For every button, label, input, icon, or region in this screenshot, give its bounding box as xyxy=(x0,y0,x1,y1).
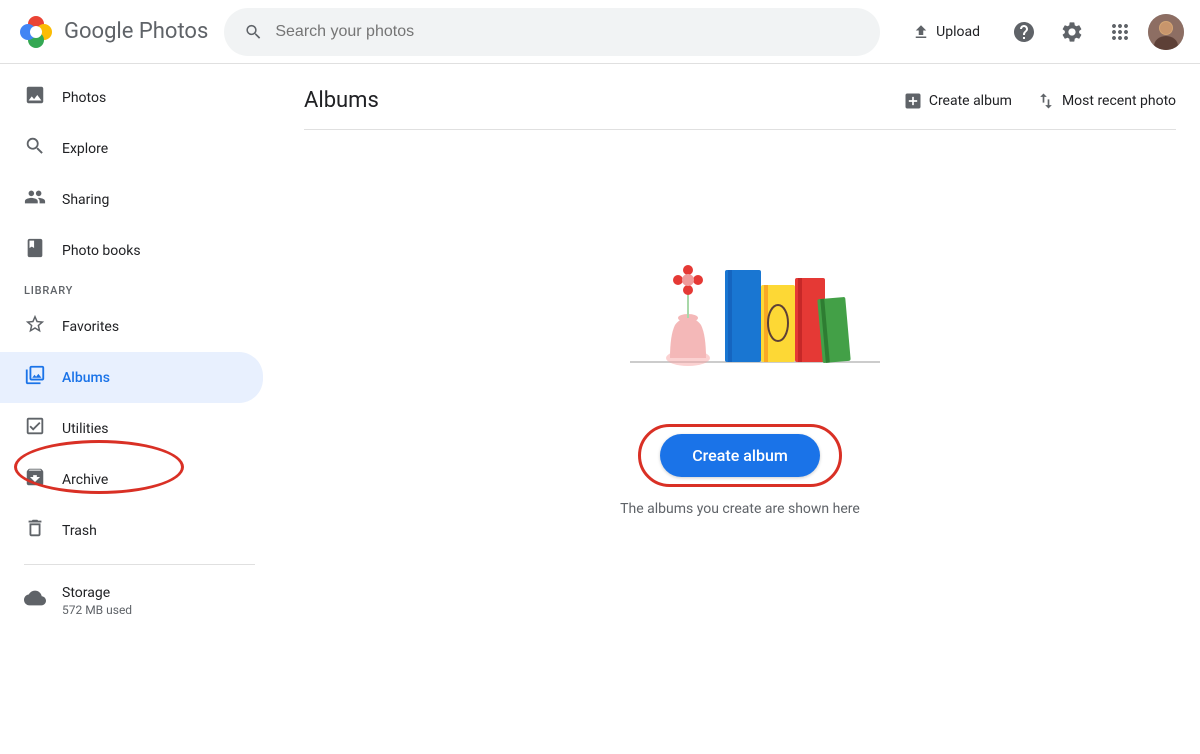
page-actions: Create album Most recent photo xyxy=(903,91,1176,111)
page-header: Albums Create album Most recent photo xyxy=(304,64,1176,130)
sidebar-item-photo-books[interactable]: Photo books xyxy=(0,225,263,276)
sidebar-favorites-label: Favorites xyxy=(62,319,119,335)
photo-books-icon xyxy=(24,237,46,264)
sidebar-archive-label: Archive xyxy=(62,472,108,488)
create-album-button[interactable]: Create album xyxy=(660,434,820,477)
create-album-icon xyxy=(903,91,923,111)
sidebar-item-favorites[interactable]: Favorites xyxy=(0,301,263,352)
upload-button[interactable]: Upload xyxy=(896,15,996,49)
favorites-icon xyxy=(24,313,46,340)
upload-icon xyxy=(912,23,930,41)
storage-used: 572 MB used xyxy=(62,603,132,617)
sidebar-item-explore[interactable]: Explore xyxy=(0,123,263,174)
sidebar-utilities-label: Utilities xyxy=(62,421,109,437)
storage-text: Storage 572 MB used xyxy=(62,585,132,617)
most-recent-action[interactable]: Most recent photo xyxy=(1036,91,1176,111)
apps-icon xyxy=(1108,20,1132,44)
apps-button[interactable] xyxy=(1100,12,1140,52)
empty-state: Create album The albums you create are s… xyxy=(304,130,1176,577)
utilities-icon xyxy=(24,415,46,442)
sidebar-trash-label: Trash xyxy=(62,523,97,539)
settings-button[interactable] xyxy=(1052,12,1092,52)
search-icon xyxy=(244,22,263,42)
empty-illustration xyxy=(570,170,910,410)
sidebar-item-photos[interactable]: Photos xyxy=(0,72,263,123)
sidebar-sharing-label: Sharing xyxy=(62,192,109,208)
sidebar-explore-label: Explore xyxy=(62,141,108,157)
app-header: Google Photos Upload xyxy=(0,0,1200,64)
archive-icon xyxy=(24,466,46,493)
create-album-btn-wrapper: Create album xyxy=(660,434,820,477)
storage-label: Storage xyxy=(62,585,132,601)
sort-icon xyxy=(1036,91,1056,111)
empty-state-description: The albums you create are shown here xyxy=(620,501,860,517)
sidebar-divider xyxy=(24,564,255,565)
sidebar-item-sharing[interactable]: Sharing xyxy=(0,174,263,225)
sidebar-photo-books-label: Photo books xyxy=(62,243,141,259)
settings-icon xyxy=(1060,20,1084,44)
explore-icon xyxy=(24,135,46,162)
sidebar-storage[interactable]: Storage 572 MB used xyxy=(0,573,279,629)
logo[interactable]: Google Photos xyxy=(16,12,208,52)
sidebar-item-archive[interactable]: Archive xyxy=(0,454,263,505)
google-photos-logo-icon xyxy=(16,12,56,52)
search-input[interactable] xyxy=(275,23,860,41)
avatar[interactable] xyxy=(1148,14,1184,50)
help-button[interactable] xyxy=(1004,12,1044,52)
sidebar-photos-label: Photos xyxy=(62,90,106,106)
albums-icon xyxy=(24,364,46,391)
header-actions: Upload xyxy=(896,12,1184,52)
sidebar-item-trash[interactable]: Trash xyxy=(0,505,263,556)
help-icon xyxy=(1012,20,1036,44)
search-bar[interactable] xyxy=(224,8,880,56)
sidebar-albums-label: Albums xyxy=(62,370,110,386)
most-recent-label: Most recent photo xyxy=(1062,93,1176,109)
sidebar-item-utilities[interactable]: Utilities xyxy=(0,403,263,454)
photos-icon xyxy=(24,84,46,111)
page-title: Albums xyxy=(304,88,379,113)
main-content: Albums Create album Most recent photo xyxy=(280,64,1200,754)
sidebar-item-albums[interactable]: Albums xyxy=(0,352,263,403)
trash-icon xyxy=(24,517,46,544)
create-album-action[interactable]: Create album xyxy=(903,91,1012,111)
sharing-icon xyxy=(24,186,46,213)
create-album-action-label: Create album xyxy=(929,93,1012,109)
avatar-image xyxy=(1148,14,1184,50)
app-body: Photos Explore Sharing Photo books LIBRA… xyxy=(0,64,1200,754)
upload-label: Upload xyxy=(936,24,980,40)
logo-text: Google Photos xyxy=(64,19,208,44)
sidebar: Photos Explore Sharing Photo books LIBRA… xyxy=(0,64,280,754)
storage-icon xyxy=(24,587,46,614)
library-section-label: LIBRARY xyxy=(0,276,279,301)
